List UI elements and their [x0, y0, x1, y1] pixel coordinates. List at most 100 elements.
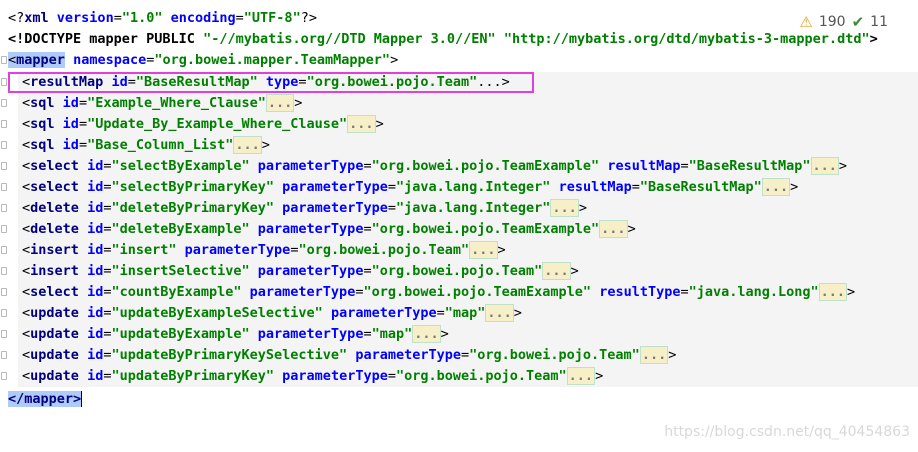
tag-name: select [30, 284, 79, 300]
code-line-doctype[interactable]: <!DOCTYPE mapper PUBLIC "-//mybatis.org/… [0, 29, 918, 50]
attr-name: id [87, 179, 104, 195]
code-line-sql[interactable]: <sql id="Base_Column_List"... > [0, 135, 918, 156]
code-line-insert[interactable]: <insert id="insert" parameterType="org.b… [0, 240, 918, 261]
attr-value: "updateByExampleSelective" [111, 305, 323, 321]
folded-region[interactable]: ... [233, 136, 262, 154]
mapper-close-tag: </mapper> [8, 391, 82, 407]
code-line-update[interactable]: <update id="updateByPrimaryKey" paramete… [0, 366, 918, 387]
tag-close-bracket: > [595, 368, 604, 384]
tag-name: insert [30, 263, 79, 279]
attr-value: "deleteByPrimaryKey" [111, 200, 275, 216]
fold-gutter-icon[interactable] [1, 309, 7, 317]
code-line-delete[interactable]: <delete id="deleteByPrimaryKey" paramete… [0, 198, 918, 219]
attr-value: "Example_Where_Clause" [87, 95, 266, 111]
fold-gutter-icon[interactable] [1, 330, 7, 338]
code-line-mapper-open[interactable]: <mapper namespace="org.bowei.mapper.Team… [0, 50, 918, 71]
attr-value: "org.bowei.pojo.Team" [371, 263, 543, 279]
attr-value: "org.bowei.pojo.Team" [298, 242, 470, 258]
tag-open-bracket: < [22, 263, 31, 279]
folded-region[interactable]: ... [469, 241, 498, 259]
tag-close: > [390, 52, 399, 68]
folded-region[interactable]: ... [347, 115, 376, 133]
fold-gutter-icon[interactable] [1, 120, 7, 128]
folded-region[interactable]: ... [566, 367, 596, 385]
attr-value: "map" [371, 326, 413, 342]
folded-region[interactable]: ... [542, 262, 571, 280]
attr-value: "selectByPrimaryKey" [111, 179, 275, 195]
tag-close-bracket: > [570, 263, 579, 279]
folded-region[interactable]: ... [412, 325, 441, 343]
code-line-insert[interactable]: <insert id="insertSelective" parameterTy… [0, 261, 918, 282]
fold-gutter-icon[interactable] [1, 246, 7, 254]
attr-value: "java.lang.Integer" [395, 179, 551, 195]
code-line-select[interactable]: <select id="countByExample" parameterTyp… [0, 282, 918, 303]
code-line-delete[interactable]: <delete id="deleteByExample" parameterTy… [0, 219, 918, 240]
folded-region[interactable]: ... [810, 157, 839, 175]
tag-name: update [30, 305, 79, 321]
pi-close: ?> [300, 10, 317, 26]
tag-name: insert [30, 242, 79, 258]
attr-name: id [62, 137, 79, 153]
attr-name: parameterType [257, 158, 364, 174]
attr-name: id [87, 368, 104, 384]
fold-gutter-icon[interactable] [1, 183, 7, 191]
fold-gutter-icon[interactable] [1, 288, 7, 296]
attr-name: parameterType [355, 347, 461, 363]
tag-close-bracket: > [261, 137, 270, 153]
fold-gutter-icon[interactable] [1, 267, 7, 275]
fold-gutter-icon[interactable] [1, 78, 7, 86]
doctype-keyword: <!DOCTYPE mapper PUBLIC [8, 31, 204, 47]
fold-gutter-icon[interactable] [1, 372, 7, 380]
code-line-xml-declaration[interactable]: <?xml version="1.0" encoding="UTF-8"?> [0, 8, 918, 29]
fold-gutter-icon[interactable] [1, 56, 7, 64]
tag-open-bracket: < [22, 200, 31, 216]
code-line-sql[interactable]: <sql id="Update_By_Example_Where_Clause"… [0, 114, 918, 135]
tag-open-bracket: < [22, 137, 31, 153]
tag-name: sql [30, 137, 55, 153]
folded-region[interactable]: ... [550, 199, 579, 217]
code-line-select[interactable]: <select id="selectByPrimaryKey" paramete… [0, 177, 918, 198]
fold-gutter-icon[interactable] [1, 162, 7, 170]
attr-name: id [87, 158, 104, 174]
attr-value: "java.lang.Long" [688, 284, 819, 300]
code-line-select[interactable]: <select id="selectByExample" parameterTy… [0, 156, 918, 177]
code-line-mapper-close[interactable]: </mapper> [0, 389, 918, 410]
tag-name: sql [30, 95, 55, 111]
folded-region[interactable]: ... [265, 94, 295, 112]
attr-name: resultMap [558, 179, 632, 195]
code-editor[interactable]: ⚠ 190 ✔ 11 <?xml version="1.0" encoding=… [0, 0, 918, 446]
folded-region[interactable]: ... [761, 178, 791, 196]
tag-close-bracket: > [513, 305, 522, 321]
attr-value: "insertSelective" [111, 263, 250, 279]
tag-open-bracket: < [22, 305, 31, 321]
folded-region[interactable]: ... [818, 283, 848, 301]
folded-region[interactable]: ... [639, 346, 669, 364]
code-line-update[interactable]: <update id="updateByPrimaryKeySelective"… [0, 345, 918, 366]
folded-region[interactable]: ... [485, 304, 514, 322]
code-line-sql[interactable]: <sql id="Example_Where_Clause"... > [0, 93, 918, 114]
code-line-update[interactable]: <update id="updateByExampleSelective" pa… [0, 303, 918, 324]
folded-region[interactable]: ... [599, 220, 628, 238]
attr-name: resultMap [607, 158, 681, 174]
tag-open-bracket: < [22, 368, 31, 384]
tag-close-bracket: > [668, 347, 677, 363]
tag-open-bracket: < [22, 326, 31, 342]
attr-name: resultType [599, 284, 681, 300]
fold-gutter-icon[interactable] [1, 99, 7, 107]
fold-gutter-icon[interactable] [1, 351, 7, 359]
doctype-public-id: "-//mybatis.org//DTD Mapper 3.0//EN" [203, 31, 496, 47]
fold-gutter-icon[interactable] [1, 225, 7, 233]
attr-name: id [87, 347, 104, 363]
tag-close-bracket: > [838, 158, 848, 174]
attr-value: "updateByExample" [111, 326, 250, 342]
tag-name: update [30, 368, 79, 384]
tag-open-bracket: < [22, 242, 31, 258]
attr-value: "org.bowei.pojo.Team" [469, 347, 640, 363]
fold-gutter-icon[interactable] [1, 204, 7, 212]
tag-close-bracket: > [578, 200, 587, 216]
code-line-update[interactable]: <update id="updateByExample" parameterTy… [0, 324, 918, 345]
attr-value: "selectByExample" [111, 158, 250, 174]
attr-name: parameterType [257, 263, 364, 279]
fold-gutter-icon[interactable] [1, 141, 7, 149]
tag-name: update [30, 347, 79, 363]
